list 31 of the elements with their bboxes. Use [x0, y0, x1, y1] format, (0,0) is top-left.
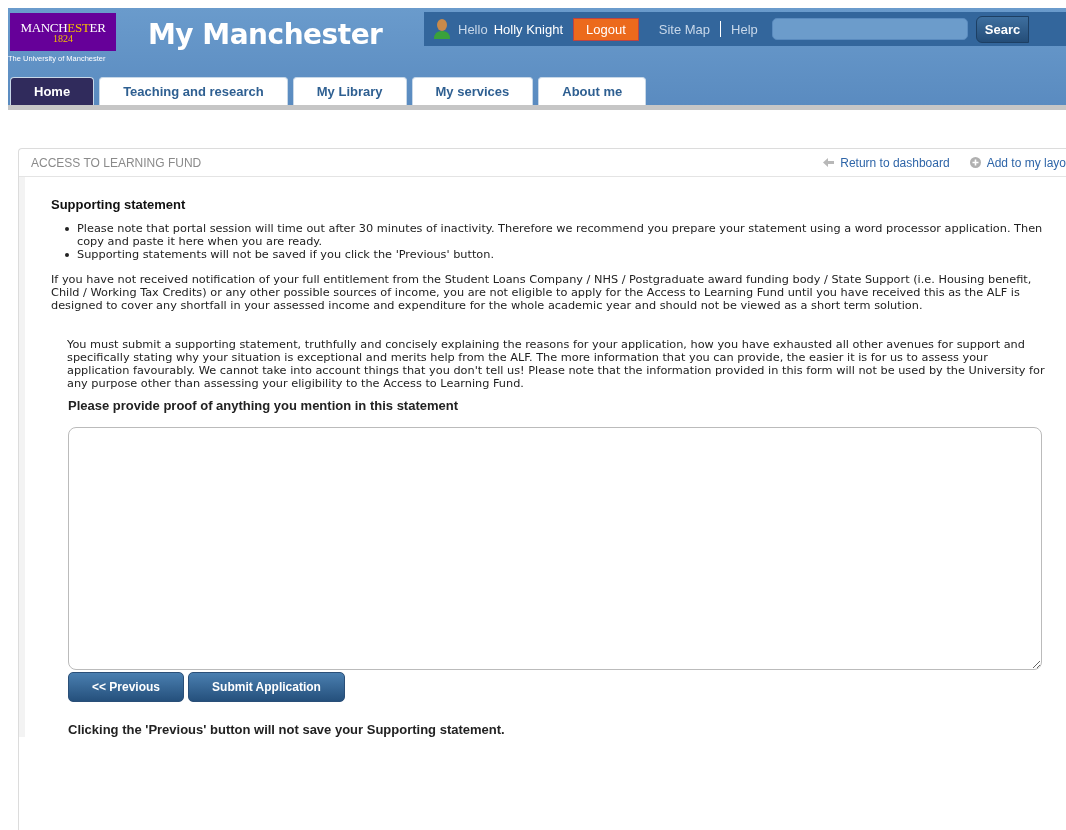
- panel-title: ACCESS TO LEARNING FUND: [31, 155, 202, 170]
- nav-tab[interactable]: About me: [538, 77, 647, 105]
- proof-label: Please provide proof of anything you mention in this statement: [68, 398, 460, 413]
- header-link[interactable]: Site Map: [658, 21, 711, 37]
- search-button[interactable]: Searc: [975, 15, 1030, 43]
- site-title: My Manchester: [148, 18, 384, 51]
- eligibility-text: If you have not received notification of your full entitlement from the Student Loans Company / NHS / Postgraduate award funding body / State Support (i.e. Housing benefit, Child / Working Tax Credits) or any other possible sources of income, you are not eligible to apply for the Access to Learning Fund until you have received this as the ALF is designed to cover any shortfall in your assessed income and expenditure for the whole academic year and should not be viewed as a short term solution.: [51, 273, 1033, 312]
- search-field[interactable]: [771, 18, 968, 40]
- plus-icon: [969, 157, 981, 168]
- note-text: Supporting statements will not be saved if you click the 'Previous' button.: [77, 248, 495, 261]
- return-link[interactable]: Return to dashboard: [823, 155, 950, 170]
- nav-tab[interactable]: Teaching and research: [99, 77, 288, 105]
- add-link[interactable]: Add to my layo: [969, 155, 1066, 170]
- nav-tab[interactable]: My Library: [292, 77, 407, 105]
- bullet-icon: [65, 227, 69, 231]
- statement-instructions: You must submit a supporting statement, truthfully and concisely explaining the reasons for your application, how you have exhausted all other avenues for support and specifically stating why your situation is exceptional and merits help from the ALF. The more information that you can provide, the easier it is for us to assess your application favourably. We cannot take into account things that you don't tell us! Please note that the information provided in this form will not be used by the University for any purpose other than assessing your eligibility to the Access to Learning Fund.: [67, 338, 1046, 390]
- previous-button[interactable]: << Previous: [68, 672, 185, 702]
- warning-text: Clicking the 'Previous' button will not save your Supporting statement.: [68, 722, 506, 737]
- note-text: Please note that portal session will time out after 30 minutes of inactivity. Therefore we recommend you prepare your statement using a word processor application. Then copy and paste it here when you are ready.: [77, 222, 1044, 248]
- header-link[interactable]: Help: [731, 21, 758, 37]
- statement-field[interactable]: [68, 427, 1042, 670]
- bullet-icon: [65, 253, 69, 257]
- user-name: Holly Knight: [493, 21, 563, 37]
- submit-button[interactable]: Submit Application: [188, 672, 345, 702]
- back-arrow-icon: [823, 158, 835, 167]
- university-logo[interactable]: MANCHESTER 1824: [10, 13, 116, 51]
- user-icon: [432, 18, 452, 40]
- section-heading: Supporting statement: [51, 197, 187, 212]
- greeting: Hello: [458, 21, 488, 37]
- nav-tab[interactable]: My services: [411, 77, 534, 105]
- nav-tab[interactable]: Home: [10, 77, 95, 105]
